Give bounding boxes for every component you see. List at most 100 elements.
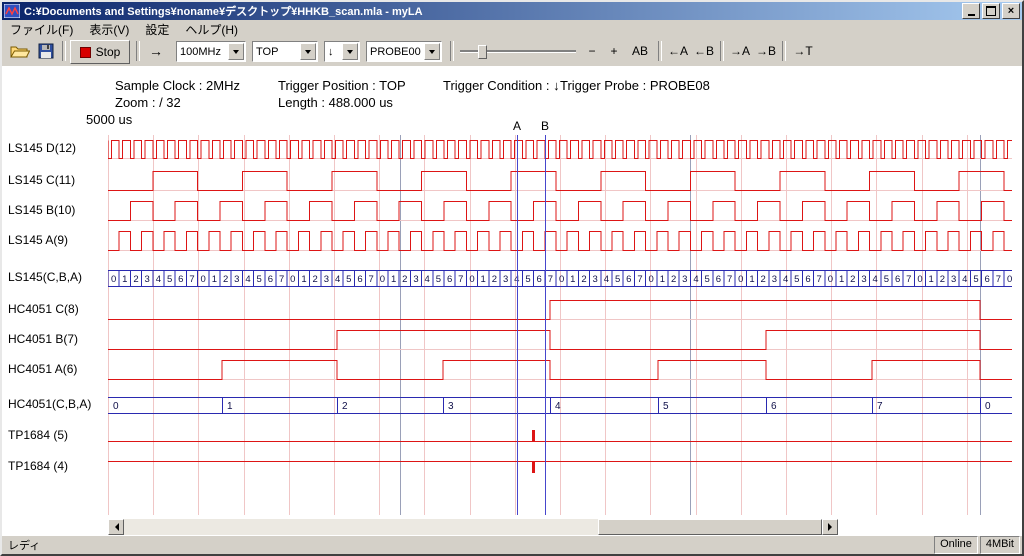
toolbar-separator	[62, 41, 66, 61]
app-icon	[4, 4, 20, 18]
svg-text:0: 0	[113, 401, 119, 412]
svg-text:6: 6	[447, 274, 452, 285]
signal-label: LS145 B(10)	[8, 203, 75, 217]
svg-text:7: 7	[458, 274, 463, 285]
svg-text:7: 7	[279, 274, 284, 285]
signal-label: HC4051(C,B,A)	[8, 397, 91, 411]
marker-b-label: B	[541, 119, 549, 133]
svg-text:1: 1	[301, 274, 306, 285]
maximize-button[interactable]	[982, 3, 1000, 19]
trigger-position-value: TOP	[253, 46, 299, 58]
svg-text:6: 6	[537, 274, 542, 285]
signal-label: TP1684 (4)	[8, 459, 68, 473]
svg-text:4: 4	[425, 274, 430, 285]
svg-text:7: 7	[189, 274, 194, 285]
svg-text:0: 0	[201, 274, 206, 285]
marker-a-label: A	[513, 119, 521, 133]
zoom-in-button[interactable]: +	[604, 40, 624, 62]
dropdown-arrow-icon[interactable]	[300, 43, 316, 60]
dropdown-arrow-icon[interactable]	[424, 43, 440, 60]
svg-text:1: 1	[570, 274, 575, 285]
svg-text:2: 2	[671, 274, 676, 285]
svg-text:7: 7	[906, 274, 911, 285]
scroll-thumb[interactable]	[598, 519, 822, 535]
close-button[interactable]: ×	[1002, 3, 1020, 19]
svg-text:2: 2	[492, 274, 497, 285]
trigger-position-combo[interactable]: TOP	[252, 41, 318, 62]
scroll-left-icon	[111, 523, 119, 531]
svg-text:2: 2	[313, 274, 318, 285]
trigger-probe-combo[interactable]: PROBE00	[366, 41, 442, 62]
svg-text:6: 6	[985, 274, 990, 285]
menu-settings[interactable]: 設定	[137, 20, 177, 39]
dropdown-arrow-icon[interactable]	[228, 43, 244, 60]
trigger-condition-combo[interactable]: ↓	[324, 41, 360, 62]
maximize-icon	[986, 6, 996, 16]
svg-text:5: 5	[973, 274, 978, 285]
toolbar-separator	[782, 41, 786, 61]
stop-label: Stop	[96, 45, 121, 59]
svg-text:6: 6	[357, 274, 362, 285]
menu-view[interactable]: 表示(V)	[81, 20, 137, 39]
svg-text:4: 4	[555, 401, 561, 412]
svg-text:4: 4	[514, 274, 519, 285]
svg-text:3: 3	[951, 274, 956, 285]
scroll-left-button[interactable]	[108, 519, 124, 535]
sample-clock-combo[interactable]: 100MHz	[176, 41, 246, 62]
svg-text:2: 2	[761, 274, 766, 285]
svg-text:2: 2	[402, 274, 407, 285]
svg-text:1: 1	[212, 274, 217, 285]
signal-label: LS145 A(9)	[8, 233, 68, 247]
svg-text:3: 3	[234, 274, 239, 285]
svg-text:6: 6	[716, 274, 721, 285]
svg-text:4: 4	[245, 274, 250, 285]
svg-text:6: 6	[178, 274, 183, 285]
svg-text:7: 7	[369, 274, 374, 285]
svg-text:2: 2	[133, 274, 138, 285]
svg-text:4: 4	[335, 274, 340, 285]
ab-button[interactable]: AB	[626, 40, 654, 62]
scroll-right-button[interactable]	[822, 519, 838, 535]
svg-text:0: 0	[290, 274, 295, 285]
svg-text:5: 5	[705, 274, 710, 285]
svg-text:0: 0	[649, 274, 654, 285]
menu-file[interactable]: ファイル(F)	[2, 20, 81, 39]
dropdown-arrow-icon[interactable]	[342, 43, 358, 60]
horizontal-scrollbar[interactable]	[108, 519, 838, 535]
svg-text:5: 5	[525, 274, 530, 285]
zoom-slider[interactable]	[460, 44, 576, 58]
svg-text:3: 3	[593, 274, 598, 285]
stop-icon	[80, 47, 91, 58]
save-button[interactable]	[34, 40, 58, 62]
svg-text:1: 1	[839, 274, 844, 285]
svg-text:6: 6	[805, 274, 810, 285]
svg-text:7: 7	[637, 274, 642, 285]
window-title: C:¥Documents and Settings¥noname¥デスクトップ¥…	[24, 3, 960, 19]
open-button[interactable]	[8, 40, 32, 62]
svg-text:5: 5	[436, 274, 441, 285]
svg-text:0: 0	[828, 274, 833, 285]
zoom-out-button[interactable]: −	[582, 40, 602, 62]
goto-b-left-button[interactable]: ←B	[692, 40, 716, 62]
svg-text:2: 2	[223, 274, 228, 285]
svg-text:4: 4	[693, 274, 698, 285]
goto-a-left-button[interactable]: ←A	[666, 40, 690, 62]
menu-help[interactable]: ヘルプ(H)	[177, 20, 246, 39]
svg-text:0: 0	[469, 274, 474, 285]
svg-text:3: 3	[503, 274, 508, 285]
zoom-slider-thumb[interactable]	[478, 45, 487, 59]
svg-text:6: 6	[268, 274, 273, 285]
run-button[interactable]: →	[144, 40, 168, 62]
title-bar[interactable]: C:¥Documents and Settings¥noname¥デスクトップ¥…	[2, 2, 1022, 20]
stop-button[interactable]: Stop	[70, 40, 130, 64]
svg-text:3: 3	[772, 274, 777, 285]
svg-text:1: 1	[660, 274, 665, 285]
svg-text:1: 1	[749, 274, 754, 285]
goto-b-right-button[interactable]: →B	[754, 40, 778, 62]
goto-a-right-button[interactable]: →A	[728, 40, 752, 62]
minimize-button[interactable]	[962, 3, 980, 19]
window: C:¥Documents and Settings¥noname¥デスクトップ¥…	[0, 0, 1024, 556]
goto-trigger-button[interactable]: →T	[790, 40, 816, 62]
svg-text:5: 5	[794, 274, 799, 285]
waveform-canvas[interactable]: 0123456701234567012345670123456701234567…	[108, 135, 1012, 515]
